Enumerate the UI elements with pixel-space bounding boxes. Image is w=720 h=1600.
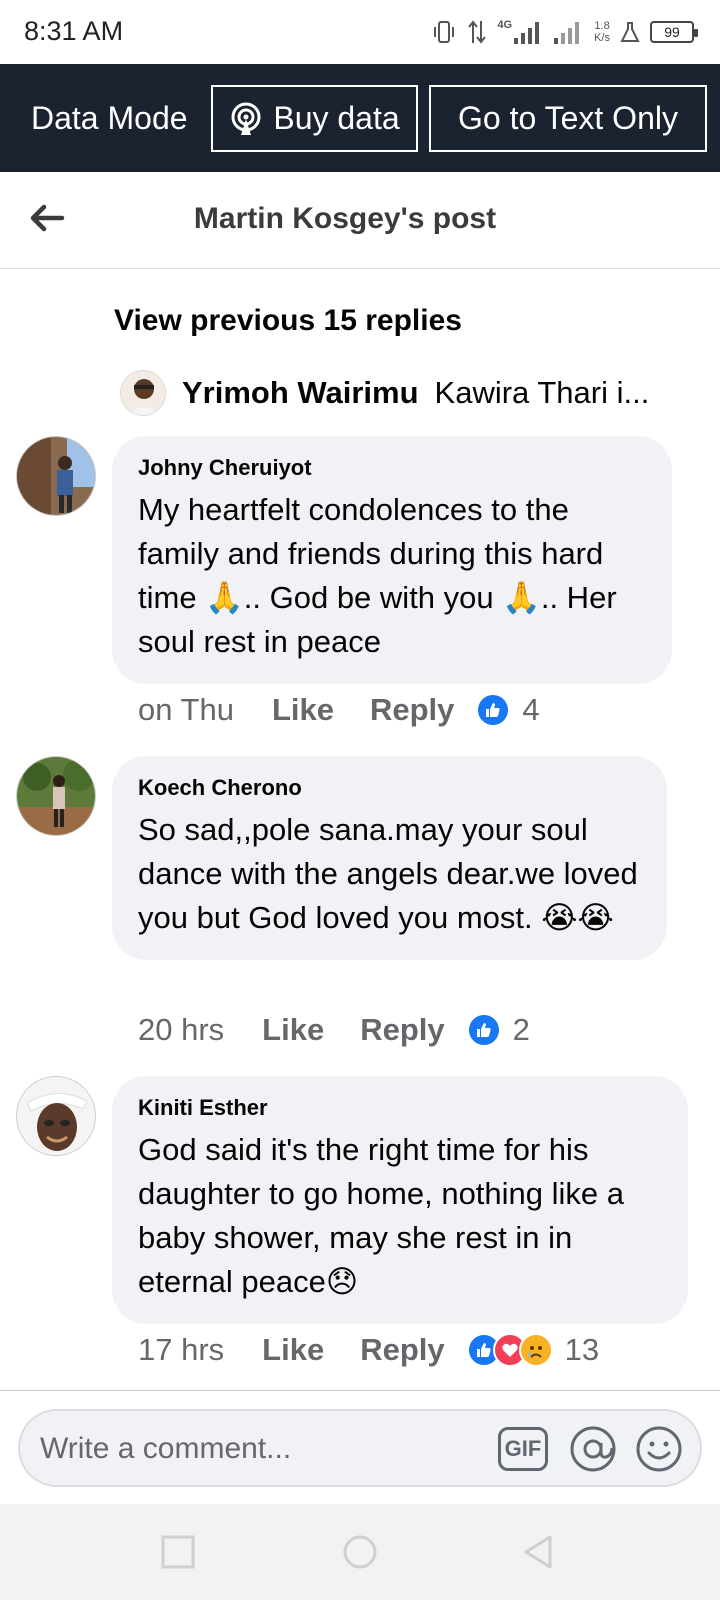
buy-data-button[interactable]: Buy data bbox=[211, 85, 418, 152]
avatar[interactable] bbox=[16, 756, 96, 836]
comment-author[interactable]: Kiniti Esther bbox=[138, 1094, 662, 1122]
battery-level: 99 bbox=[664, 24, 680, 40]
reaction-count: 2 bbox=[512, 1012, 530, 1047]
flask-icon bbox=[620, 22, 640, 42]
reply-snippet: Kawira Thari i... bbox=[434, 375, 650, 410]
comment-text: My heartfelt condolences to the family a… bbox=[138, 492, 617, 659]
status-time: 8:31 AM bbox=[24, 16, 124, 46]
comment-time[interactable]: 20 hrs bbox=[138, 1012, 224, 1048]
sad-reaction-icon bbox=[518, 1333, 553, 1367]
reaction-count: 13 bbox=[564, 1332, 600, 1367]
comment-time[interactable]: 17 hrs bbox=[138, 1332, 224, 1368]
system-nav-bar bbox=[0, 1504, 720, 1600]
reactions-summary[interactable]: 4 bbox=[476, 692, 540, 728]
emoji-icon[interactable] bbox=[634, 1424, 684, 1474]
reply-button[interactable]: Reply bbox=[360, 1012, 444, 1048]
network-speed: 1.8 K/s bbox=[594, 20, 610, 44]
page-title: Martin Kosgey's post bbox=[193, 202, 497, 235]
like-reaction-icon bbox=[466, 1013, 501, 1047]
avatar[interactable] bbox=[120, 370, 166, 416]
recents-icon[interactable] bbox=[158, 1532, 198, 1572]
post-header: Martin Kosgey's post bbox=[0, 172, 720, 269]
status-icons: 4G 1.8 K/s 99 bbox=[431, 14, 698, 50]
reply-preview[interactable]: Yrimoh Wairimu Kawira Thari i... bbox=[120, 370, 649, 416]
comment-actions: 20 hrs Like Reply 2 bbox=[138, 1010, 530, 1050]
vibrate-icon bbox=[434, 21, 455, 43]
comment-text: So sad,,pole sana.may your soul dance wi… bbox=[138, 812, 638, 935]
reaction-count: 4 bbox=[522, 692, 540, 727]
text-only-label: Go to Text Only bbox=[458, 100, 678, 136]
comments-feed[interactable]: View previous 15 replies Yrimoh Wairimu … bbox=[0, 270, 720, 1390]
gif-button[interactable]: GIF bbox=[498, 1427, 548, 1471]
mention-icon[interactable] bbox=[568, 1424, 618, 1474]
signal-icon bbox=[514, 22, 540, 44]
comment-input[interactable] bbox=[40, 1427, 470, 1471]
like-button[interactable]: Like bbox=[272, 692, 334, 728]
comment-text: God said it's the right time for his dau… bbox=[138, 1132, 625, 1299]
data-mode-label: Data Mode bbox=[31, 100, 188, 136]
data-mode-bar: Data Mode Buy data Go to Text Only bbox=[0, 64, 720, 172]
signal-icon-2 bbox=[554, 22, 580, 44]
comment-composer: GIF bbox=[0, 1390, 720, 1504]
status-bar: 8:31 AM 4G 1.8 K/s 99 bbox=[0, 0, 720, 64]
data-arrows-icon bbox=[468, 20, 487, 44]
view-previous-replies-link[interactable]: View previous 15 replies bbox=[114, 304, 462, 338]
home-icon[interactable] bbox=[340, 1532, 380, 1572]
reactions-summary[interactable]: 2 bbox=[466, 1012, 530, 1048]
comment-time[interactable]: on Thu bbox=[138, 692, 234, 728]
comment-bubble[interactable]: Kiniti Esther God said it's the right ti… bbox=[112, 1076, 688, 1324]
like-button[interactable]: Like bbox=[262, 1332, 324, 1368]
comment-bubble[interactable]: Koech Cherono So sad,,pole sana.may your… bbox=[112, 756, 667, 960]
like-reaction-icon bbox=[476, 693, 511, 727]
comment-bubble[interactable]: Johny Cheruiyot My heartfelt condolences… bbox=[112, 436, 672, 684]
reply-author[interactable]: Yrimoh Wairimu bbox=[182, 375, 419, 411]
comment-author[interactable]: Koech Cherono bbox=[138, 774, 641, 802]
comment-actions: on Thu Like Reply 4 bbox=[138, 690, 540, 730]
battery-icon: 99 bbox=[650, 21, 698, 43]
hotspot-icon bbox=[231, 102, 261, 135]
text-only-button[interactable]: Go to Text Only bbox=[429, 85, 707, 152]
reply-button[interactable]: Reply bbox=[360, 1332, 444, 1368]
like-button[interactable]: Like bbox=[262, 1012, 324, 1048]
reply-button[interactable]: Reply bbox=[370, 692, 454, 728]
avatar[interactable] bbox=[16, 436, 96, 516]
comment-actions: 17 hrs Like Reply 13 bbox=[138, 1330, 599, 1370]
cutoff-reactions bbox=[380, 270, 540, 280]
buy-data-label: Buy data bbox=[273, 100, 400, 136]
network-type: 4G bbox=[497, 19, 513, 31]
composer-box[interactable]: GIF bbox=[18, 1409, 702, 1487]
back-nav-icon[interactable] bbox=[518, 1532, 558, 1572]
comment-author[interactable]: Johny Cheruiyot bbox=[138, 454, 646, 482]
reactions-summary[interactable]: 13 bbox=[466, 1332, 600, 1368]
avatar[interactable] bbox=[16, 1076, 96, 1156]
